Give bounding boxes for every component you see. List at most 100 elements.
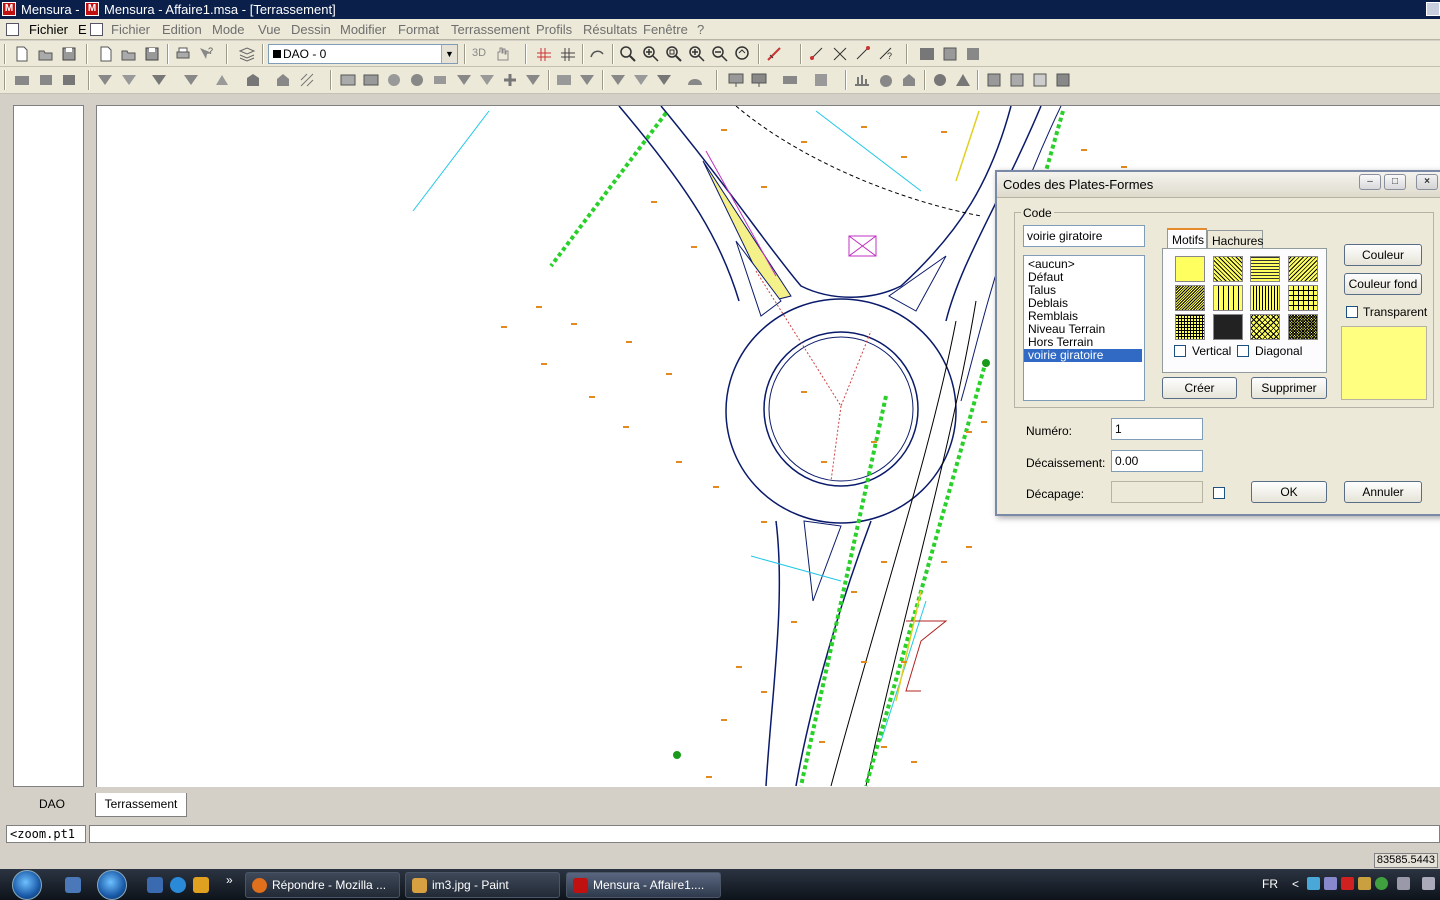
result-tool-4-icon[interactable] bbox=[931, 71, 949, 89]
pattern-dense-grid[interactable] bbox=[1175, 314, 1205, 340]
quicklaunch-desktop-icon[interactable] bbox=[147, 877, 163, 893]
tray-speaker-icon[interactable] bbox=[1422, 877, 1435, 890]
quicklaunch-overflow[interactable]: » bbox=[226, 873, 233, 887]
cancel-button[interactable]: Annuler bbox=[1344, 481, 1422, 503]
left-panel[interactable] bbox=[13, 105, 84, 787]
talus-tool-5-icon[interactable] bbox=[213, 71, 231, 89]
display-tool-3-icon[interactable] bbox=[781, 71, 799, 89]
tray-green-icon[interactable] bbox=[1375, 877, 1388, 890]
profile-tool-9-icon[interactable] bbox=[524, 71, 542, 89]
report-tool-1-icon[interactable] bbox=[985, 71, 1003, 89]
measure-icon[interactable] bbox=[765, 45, 783, 63]
minimize-icon[interactable]: – bbox=[1359, 174, 1381, 190]
profile-tool-3-icon[interactable] bbox=[385, 71, 403, 89]
task-mensura[interactable]: Mensura - Affaire1.... bbox=[566, 872, 721, 898]
tab-dao[interactable]: DAO bbox=[10, 793, 94, 817]
menu-profils[interactable]: Profils bbox=[536, 22, 572, 37]
menu-dessin[interactable]: Dessin bbox=[291, 22, 331, 37]
cut-tool-2-icon[interactable] bbox=[632, 71, 650, 89]
menu-fenetre[interactable]: Fenêtre bbox=[643, 22, 688, 37]
menu-modifier[interactable]: Modifier bbox=[340, 22, 386, 37]
pattern-dense-crosshatch[interactable] bbox=[1288, 314, 1318, 340]
menu-vue[interactable]: Vue bbox=[258, 22, 281, 37]
layers-icon[interactable] bbox=[238, 45, 256, 63]
pattern-dense-vertical[interactable] bbox=[1250, 285, 1280, 311]
menu-fichier-outer[interactable]: Fichier bbox=[29, 22, 68, 37]
pattern-solid[interactable] bbox=[1175, 256, 1205, 282]
code-input[interactable]: voirie giratoire bbox=[1023, 225, 1145, 247]
new-file-icon[interactable] bbox=[13, 45, 31, 63]
pattern-vertical[interactable] bbox=[1213, 285, 1243, 311]
point-info-icon[interactable]: ? bbox=[877, 45, 895, 63]
profile-tool-2-icon[interactable] bbox=[362, 71, 380, 89]
new-doc-icon[interactable] bbox=[97, 45, 115, 63]
tab-motifs[interactable]: Motifs bbox=[1167, 228, 1207, 248]
open-doc-icon[interactable] bbox=[120, 45, 138, 63]
section-tool-2-icon[interactable] bbox=[578, 71, 596, 89]
volume-tool-icon[interactable] bbox=[244, 71, 262, 89]
pattern-grid[interactable] bbox=[1288, 285, 1318, 311]
window-arrange-icon[interactable] bbox=[964, 45, 982, 63]
background-color-button[interactable]: Couleur fond bbox=[1344, 273, 1422, 295]
print-icon[interactable] bbox=[174, 45, 192, 63]
menu-edition[interactable]: Edition bbox=[162, 22, 202, 37]
zoom-window-icon[interactable] bbox=[642, 45, 660, 63]
profile-tool-5-icon[interactable] bbox=[431, 71, 449, 89]
result-tool-5-icon[interactable] bbox=[954, 71, 972, 89]
tab-terrassement[interactable]: Terrassement bbox=[95, 793, 187, 817]
zoom-out-icon[interactable] bbox=[711, 45, 729, 63]
section-tool-1-icon[interactable] bbox=[555, 71, 573, 89]
result-tool-1-icon[interactable] bbox=[853, 71, 871, 89]
point-tool-icon[interactable] bbox=[808, 45, 826, 63]
decapage-checkbox[interactable] bbox=[1213, 487, 1225, 499]
report-tool-3-icon[interactable] bbox=[1031, 71, 1049, 89]
transparent-checkbox[interactable] bbox=[1346, 306, 1358, 318]
window-cascade-icon[interactable] bbox=[941, 45, 959, 63]
document-system-menu-icon[interactable] bbox=[90, 23, 103, 36]
show-desktop-icon[interactable] bbox=[65, 877, 81, 893]
open-file-icon[interactable] bbox=[37, 45, 55, 63]
talus-tool-1-icon[interactable] bbox=[96, 71, 114, 89]
menu-format[interactable]: Format bbox=[398, 22, 439, 37]
pan-hand-icon[interactable] bbox=[493, 45, 511, 63]
dialog-title-bar[interactable]: Codes des Plates-Formes – □ × bbox=[997, 172, 1440, 198]
zoom-icon[interactable] bbox=[619, 45, 637, 63]
color-button[interactable]: Couleur bbox=[1344, 244, 1422, 266]
layer-select[interactable]: DAO - 0 ▼ bbox=[268, 44, 458, 64]
view-3d-button[interactable]: 3D bbox=[472, 47, 486, 59]
profile-tool-1-icon[interactable] bbox=[339, 71, 357, 89]
task-firefox[interactable]: Répondre - Mozilla ... bbox=[245, 872, 400, 898]
tray-folder-icon[interactable] bbox=[1358, 877, 1371, 890]
dome-tool-icon[interactable] bbox=[686, 71, 704, 89]
command-input[interactable] bbox=[89, 825, 1440, 843]
delete-button[interactable]: Supprimer bbox=[1251, 377, 1327, 399]
maximize-icon[interactable]: □ bbox=[1384, 174, 1406, 190]
point-cross-icon[interactable] bbox=[831, 45, 849, 63]
profile-tool-7-icon[interactable] bbox=[478, 71, 496, 89]
save-doc-icon[interactable] bbox=[143, 45, 161, 63]
profile-tool-6-icon[interactable] bbox=[455, 71, 473, 89]
house-tool-icon[interactable] bbox=[274, 71, 292, 89]
talus-tool-2-icon[interactable] bbox=[120, 71, 138, 89]
ok-button[interactable]: OK bbox=[1251, 481, 1327, 503]
result-tool-2-icon[interactable] bbox=[877, 71, 895, 89]
menu-edition-outer[interactable]: E bbox=[78, 22, 87, 37]
diagonal-checkbox[interactable] bbox=[1237, 345, 1249, 357]
pattern-dense-diagonal[interactable] bbox=[1175, 285, 1205, 311]
close-icon[interactable]: × bbox=[1416, 174, 1438, 190]
redraw-icon[interactable] bbox=[588, 45, 606, 63]
menu-fichier[interactable]: Fichier bbox=[111, 22, 150, 37]
tray-acrobat-icon[interactable] bbox=[1341, 877, 1354, 890]
zoom-extents-icon[interactable] bbox=[665, 45, 683, 63]
cut-tool-1-icon[interactable] bbox=[609, 71, 627, 89]
platform-tool-1-icon[interactable] bbox=[13, 71, 31, 89]
vertical-checkbox[interactable] bbox=[1174, 345, 1186, 357]
save-file-icon[interactable] bbox=[60, 45, 78, 63]
tray-overflow[interactable]: < bbox=[1292, 877, 1299, 891]
display-tool-2-icon[interactable] bbox=[750, 71, 768, 89]
profile-tool-4-icon[interactable] bbox=[408, 71, 426, 89]
display-tool-1-icon[interactable] bbox=[727, 71, 745, 89]
menu-terrassement[interactable]: Terrassement bbox=[451, 22, 530, 37]
menu-help[interactable]: ? bbox=[697, 22, 704, 37]
talus-tool-4-icon[interactable] bbox=[182, 71, 200, 89]
